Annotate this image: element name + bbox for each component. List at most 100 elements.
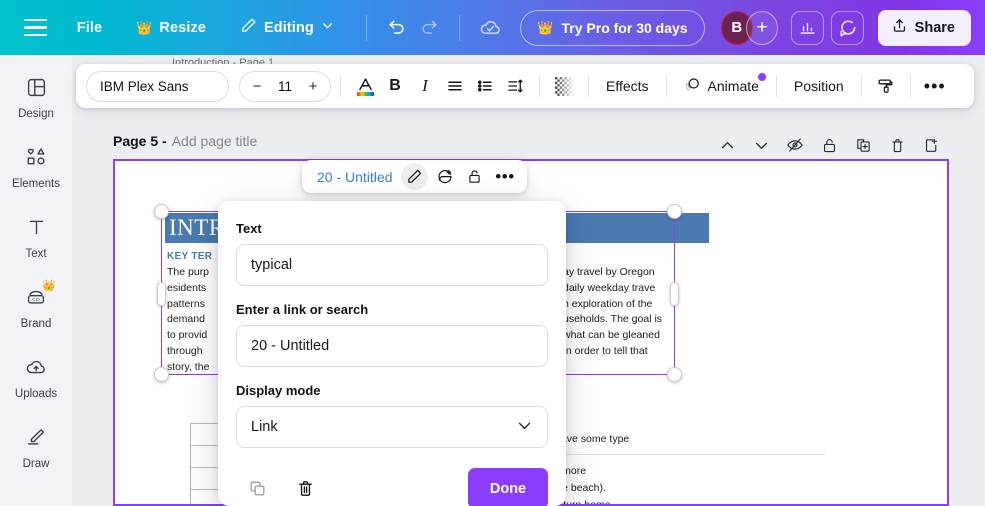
resize-button[interactable]: 👑 Resize xyxy=(136,20,206,36)
redo-icon[interactable] xyxy=(413,11,445,45)
position-button[interactable]: Position xyxy=(786,78,852,94)
sidebar-label-design: Design xyxy=(18,107,54,120)
link-text-value: typical xyxy=(251,257,293,273)
bar-chart-icon[interactable] xyxy=(791,10,824,45)
fmt-divider-7 xyxy=(909,75,911,97)
left-sidebar: Design Elements Text CO 👑 Brand Uploads … xyxy=(0,55,72,506)
font-size-value[interactable]: 11 xyxy=(278,79,292,94)
text-color-icon[interactable] xyxy=(350,71,380,101)
toolbar-divider xyxy=(365,14,367,41)
done-button[interactable]: Done xyxy=(468,468,548,506)
effects-button[interactable]: Effects xyxy=(598,78,657,94)
hamburger-icon[interactable] xyxy=(24,18,47,37)
link-dialog-footer: Done xyxy=(236,468,548,506)
copy-icon[interactable] xyxy=(240,472,274,506)
align-icon[interactable] xyxy=(440,71,470,101)
font-size-decrease-button[interactable]: − xyxy=(249,78,265,95)
chevron-down-icon xyxy=(516,417,533,438)
italic-button[interactable]: I xyxy=(410,71,440,101)
page-header: Page 5 - Add page title xyxy=(113,133,257,149)
sidebar-item-elements[interactable]: Elements xyxy=(0,133,72,203)
add-collaborator-button[interactable]: + xyxy=(745,10,779,45)
text-color-swatch xyxy=(356,91,374,96)
uploads-icon xyxy=(25,356,47,383)
add-comment-icon[interactable] xyxy=(431,163,458,190)
document-body-line: In order to tell that xyxy=(563,344,648,357)
document-body-line: what can be gleaned xyxy=(563,329,660,342)
display-mode-label: Display mode xyxy=(236,383,321,398)
link-url-input[interactable]: 20 - Untitled xyxy=(236,325,548,367)
animate-icon xyxy=(684,76,702,97)
undo-icon[interactable] xyxy=(381,11,413,45)
file-menu-label: File xyxy=(76,19,103,36)
try-pro-button[interactable]: 👑 Try Pro for 30 days xyxy=(520,9,705,46)
fmt-divider-2 xyxy=(539,75,540,97)
resize-label: Resize xyxy=(159,19,206,36)
collapse-up-icon[interactable] xyxy=(713,131,741,159)
duplicate-icon[interactable] xyxy=(849,131,877,159)
document-body-line: daily weekday trave xyxy=(563,281,656,294)
effects-label: Effects xyxy=(606,78,649,94)
display-mode-select[interactable]: Link xyxy=(236,406,548,448)
sidebar-item-draw[interactable]: Draw xyxy=(0,413,72,483)
unlock-icon[interactable] xyxy=(461,163,488,190)
editing-label: Editing xyxy=(263,19,314,36)
fmt-divider-1 xyxy=(340,75,341,97)
try-pro-label: Try Pro for 30 days xyxy=(561,19,688,36)
animate-button[interactable]: Animate xyxy=(676,72,767,97)
line-spacing-icon[interactable] xyxy=(500,71,530,101)
display-mode-value: Link xyxy=(251,419,278,435)
document-body-line: useholds. The goal is xyxy=(563,313,663,326)
page-title-input[interactable]: Add page title xyxy=(172,133,258,149)
editing-mode-button[interactable]: Editing xyxy=(240,17,334,38)
add-page-icon[interactable] xyxy=(917,131,945,159)
sidebar-label-draw: Draw xyxy=(22,458,50,470)
sidebar-label-brand: Brand xyxy=(20,318,52,330)
bold-button[interactable]: B xyxy=(380,71,410,101)
more-horizontal-icon[interactable]: ••• xyxy=(491,163,518,190)
bullet-list-icon[interactable] xyxy=(470,71,500,101)
share-icon xyxy=(891,17,908,38)
sidebar-item-brand[interactable]: CO 👑 Brand xyxy=(0,273,72,343)
crown-icon-pro: 👑 xyxy=(537,20,554,35)
fmt-divider-4 xyxy=(665,75,667,97)
toolbar-divider-2 xyxy=(459,14,461,41)
paint-roller-icon[interactable] xyxy=(871,71,901,101)
animate-new-badge xyxy=(757,72,766,81)
font-family-select[interactable]: IBM Plex Sans xyxy=(86,70,229,102)
delete-icon[interactable] xyxy=(883,131,911,159)
element-link-toolbar: 20 - Untitled ••• xyxy=(302,160,528,193)
chevron-down-icon xyxy=(321,19,334,36)
elements-icon xyxy=(25,146,47,173)
trash-icon[interactable] xyxy=(288,472,322,506)
comment-icon[interactable] xyxy=(831,10,864,45)
position-label: Position xyxy=(793,78,844,94)
font-size-increase-button[interactable]: + xyxy=(305,78,321,95)
font-family-value: IBM Plex Sans xyxy=(100,78,189,94)
draw-icon xyxy=(25,426,47,453)
text-icon xyxy=(26,217,47,243)
document-body-line: ay travel by Oregon xyxy=(563,266,655,278)
brand-icon: CO 👑 xyxy=(25,280,56,313)
element-link-label[interactable]: 20 - Untitled xyxy=(311,169,398,185)
animate-label: Animate xyxy=(707,78,759,94)
link-text-input[interactable]: typical xyxy=(236,244,548,286)
sidebar-item-design[interactable]: Design xyxy=(0,63,72,133)
document-body-line: n exploration of the xyxy=(563,297,653,310)
more-options-button[interactable]: ••• xyxy=(920,71,950,101)
link-field-label: Enter a link or search xyxy=(236,302,369,317)
page-number-label: Page 5 - xyxy=(113,133,167,149)
sidebar-item-text[interactable]: Text xyxy=(0,203,72,273)
transparency-icon[interactable] xyxy=(549,71,579,101)
top-toolbar: File 👑 Resize Editing 👑 Try Pro for 30 d… xyxy=(0,0,985,55)
hide-page-icon[interactable] xyxy=(781,131,809,159)
canva-editor-window: File 👑 Resize Editing 👑 Try Pro for 30 d… xyxy=(0,0,985,506)
share-button[interactable]: Share xyxy=(877,9,971,46)
expand-down-icon[interactable] xyxy=(747,131,775,159)
cloud-sync-icon[interactable] xyxy=(474,11,506,45)
file-menu-button[interactable]: File xyxy=(77,20,102,36)
lock-icon[interactable] xyxy=(815,131,843,159)
sidebar-item-uploads[interactable]: Uploads xyxy=(0,343,72,413)
fmt-divider-3 xyxy=(588,75,589,97)
pencil-icon[interactable] xyxy=(401,163,429,190)
